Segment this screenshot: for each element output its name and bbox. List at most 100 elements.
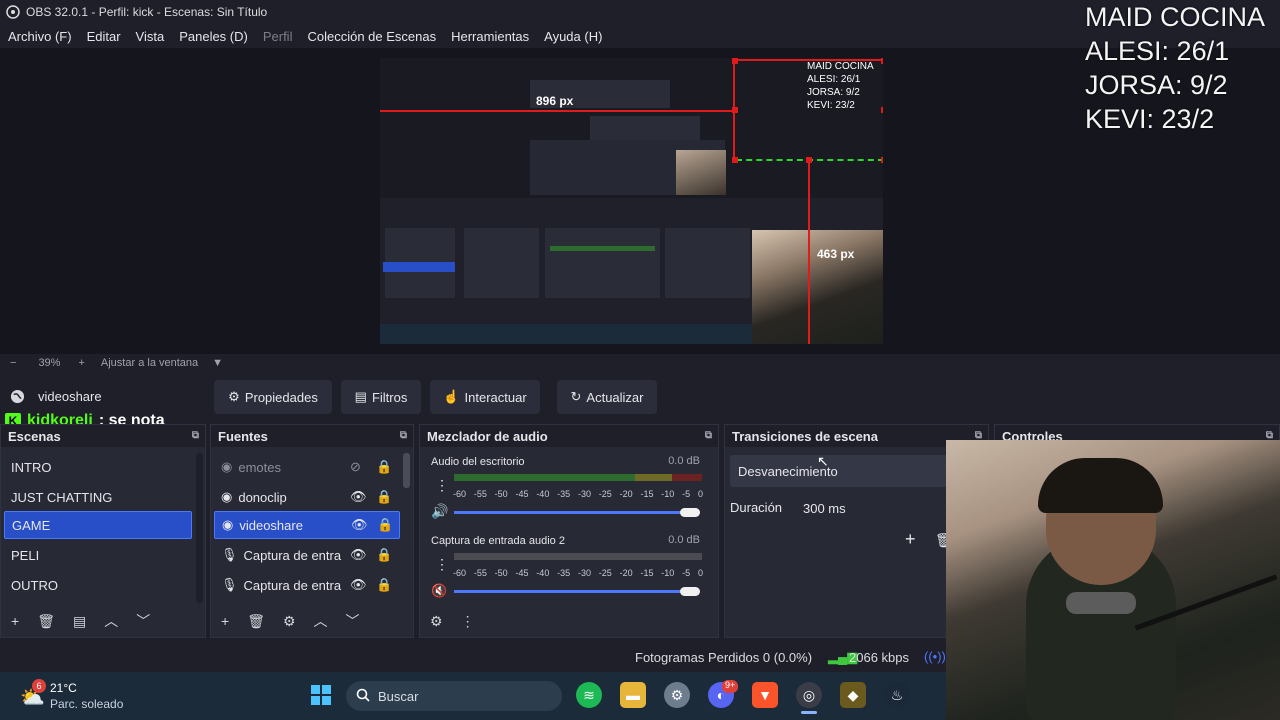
taskbar-search[interactable]: Buscar bbox=[346, 681, 562, 711]
settings-icon[interactable]: ⚙ bbox=[664, 682, 690, 708]
program-preview[interactable]: 896 px 463 px MAID COCINA ALESI: 26/1 JO… bbox=[380, 58, 883, 344]
source-item[interactable]: 🎙 Captura de entra 👁 🔒 bbox=[214, 571, 400, 599]
menu-herramientas[interactable]: Herramientas bbox=[451, 29, 529, 44]
more-vertical-icon[interactable]: ⋮ bbox=[435, 556, 449, 573]
eye-icon[interactable]: 👁 bbox=[350, 577, 367, 593]
menu-vista[interactable]: Vista bbox=[136, 29, 165, 44]
scene-item-selected[interactable]: GAME bbox=[4, 511, 192, 539]
lock-icon[interactable]: 🔒 bbox=[376, 577, 392, 593]
float-dock-icon[interactable]: ⧉ bbox=[192, 430, 199, 441]
steam-icon[interactable]: ♨ bbox=[884, 682, 910, 708]
channel-name: Audio del escritorio bbox=[431, 456, 525, 468]
more-vertical-icon[interactable]: ⋮ bbox=[435, 477, 449, 494]
resize-handle[interactable] bbox=[881, 107, 883, 113]
weather-widget[interactable]: ⛅ 6 bbox=[20, 679, 46, 709]
transitions-title: Transiciones de escena bbox=[732, 428, 878, 444]
properties-button[interactable]: ⚙ Propiedades bbox=[214, 380, 332, 414]
source-label: donoclip bbox=[238, 489, 287, 505]
lock-icon[interactable]: 🔒 bbox=[376, 459, 392, 475]
lock-icon[interactable]: 🔒 bbox=[376, 547, 392, 563]
zoom-in-button[interactable]: + bbox=[78, 357, 84, 369]
trash-icon[interactable]: 🗑 bbox=[247, 613, 265, 630]
volume-slider[interactable] bbox=[454, 590, 694, 593]
scale-tick: -60 bbox=[453, 568, 467, 578]
menu-ayuda[interactable]: Ayuda (H) bbox=[544, 29, 602, 44]
menu-perfil[interactable]: Perfil bbox=[263, 29, 293, 44]
float-dock-icon[interactable]: ⧉ bbox=[705, 430, 712, 441]
resize-handle[interactable] bbox=[806, 157, 812, 163]
zoom-out-button[interactable]: − bbox=[10, 357, 16, 369]
resize-handle[interactable] bbox=[881, 157, 883, 163]
spotify-icon[interactable]: ≋ bbox=[576, 682, 602, 708]
eye-icon[interactable]: 👁 bbox=[351, 517, 368, 533]
volume-slider[interactable] bbox=[454, 511, 694, 514]
search-placeholder: Buscar bbox=[378, 688, 419, 704]
scale-tick: -50 bbox=[494, 568, 508, 578]
source-item[interactable]: ◉ donoclip 👁 🔒 bbox=[214, 483, 400, 511]
active-app-indicator bbox=[801, 711, 817, 714]
channel-db: 0.0 dB bbox=[668, 455, 700, 467]
filters-button[interactable]: ▤ Filtros bbox=[341, 380, 421, 414]
add-icon[interactable]: + bbox=[11, 613, 19, 629]
game-icon[interactable]: ◆ bbox=[840, 682, 866, 708]
eye-icon[interactable]: 👁 bbox=[350, 489, 367, 505]
volume-knob[interactable] bbox=[680, 508, 700, 517]
eye-icon[interactable]: 👁 bbox=[350, 547, 367, 563]
scene-item[interactable]: INTRO bbox=[4, 453, 192, 481]
chevron-down-icon[interactable]: ▼ bbox=[212, 357, 223, 369]
scene-item[interactable]: JUST CHATTING bbox=[4, 483, 192, 511]
filter-icon[interactable]: ▤ bbox=[73, 613, 86, 630]
source-item-selected[interactable]: ◉ videoshare 👁 🔒 bbox=[214, 511, 400, 539]
resize-handle[interactable] bbox=[732, 58, 738, 64]
resize-handle[interactable] bbox=[732, 157, 738, 163]
more-vertical-icon[interactable]: ⋮ bbox=[461, 613, 475, 630]
mini-overlay-line: ALESI: 26/1 bbox=[807, 74, 861, 85]
arrow-up-icon[interactable]: ︿ bbox=[314, 611, 328, 631]
lock-icon[interactable]: 🔒 bbox=[376, 489, 392, 505]
menu-editar[interactable]: Editar bbox=[87, 29, 121, 44]
arrow-down-icon[interactable]: ﹀ bbox=[346, 611, 360, 631]
brave-browser-icon[interactable]: ▼ bbox=[752, 682, 778, 708]
scenes-scrollbar[interactable] bbox=[196, 453, 203, 603]
source-item[interactable]: ◉ emotes ⊘ 🔒 bbox=[214, 453, 400, 481]
obs-taskbar-icon[interactable]: ◎ bbox=[796, 682, 822, 708]
advanced-audio-icon[interactable]: ⚙ bbox=[430, 613, 443, 630]
scene-item[interactable]: PELI bbox=[4, 541, 192, 569]
file-explorer-icon[interactable]: ▬ bbox=[620, 682, 646, 708]
add-icon[interactable]: + bbox=[221, 613, 229, 629]
windows-start-icon[interactable] bbox=[308, 682, 334, 708]
scale-tick: -35 bbox=[557, 568, 571, 578]
gear-icon[interactable]: ⚙ bbox=[283, 613, 296, 630]
lock-icon[interactable]: 🔒 bbox=[377, 517, 393, 533]
resize-handle[interactable] bbox=[881, 58, 883, 64]
dropped-frames: Fotogramas Perdidos 0 (0.0%) bbox=[635, 650, 813, 665]
globe-icon: ◉ bbox=[221, 459, 233, 474]
zoom-fit-label[interactable]: Ajustar a la ventana bbox=[101, 357, 198, 369]
arrow-down-icon[interactable]: ﹀ bbox=[136, 611, 150, 631]
muted-speaker-icon[interactable]: 🔇 bbox=[431, 583, 447, 599]
refresh-button[interactable]: ↻ Actualizar bbox=[557, 380, 657, 414]
add-icon[interactable]: + bbox=[905, 529, 916, 550]
trash-icon[interactable]: 🗑 bbox=[37, 613, 55, 630]
scene-item[interactable]: OUTRO bbox=[4, 571, 192, 599]
interact-button[interactable]: ☝ Interactuar bbox=[430, 380, 540, 414]
volume-knob[interactable] bbox=[680, 587, 700, 596]
stream-overlay-scoreboard: MAID COCINA ALESI: 26/1 JORSA: 9/2 KEVI:… bbox=[1085, 0, 1280, 136]
menu-coleccion-escenas[interactable]: Colección de Escenas bbox=[307, 29, 436, 44]
source-label: Captura de entra bbox=[243, 577, 342, 593]
arrow-up-icon[interactable]: ︿ bbox=[104, 611, 118, 631]
refresh-icon: ↻ bbox=[570, 389, 582, 404]
sources-title: Fuentes bbox=[218, 428, 268, 444]
menu-archivo[interactable]: Archivo (F) bbox=[8, 29, 72, 44]
mouse-cursor-icon: ↖ bbox=[817, 453, 829, 469]
scale-tick: -40 bbox=[536, 568, 550, 578]
speaker-icon[interactable]: 🔊 bbox=[431, 503, 448, 520]
source-item[interactable]: 🎙 Captura de entra 👁 🔒 bbox=[214, 541, 400, 569]
menu-paneles[interactable]: Paneles (D) bbox=[179, 29, 248, 44]
float-dock-icon[interactable]: ⧉ bbox=[400, 430, 407, 441]
nested-selected-scene bbox=[383, 262, 455, 272]
scenes-dock-title: Escenas ⧉ bbox=[1, 425, 205, 447]
resize-handle[interactable] bbox=[732, 107, 738, 113]
sources-scrollbar[interactable] bbox=[403, 453, 410, 488]
eye-hidden-icon[interactable]: ⊘ bbox=[350, 459, 361, 475]
